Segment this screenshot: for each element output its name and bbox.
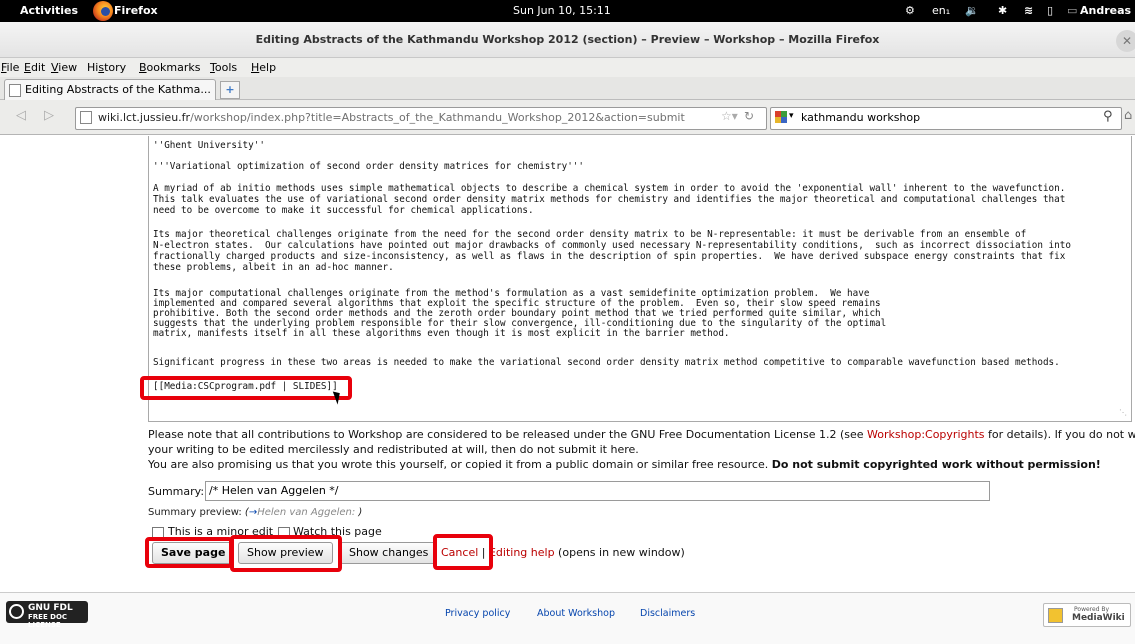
show-changes-button[interactable]: Show changes [340, 542, 438, 564]
engine-dropdown-icon[interactable]: ▾ [789, 111, 794, 121]
editor-line: matrix, manifests itself in all these al… [153, 328, 730, 339]
editor-line: ''Ghent University'' [153, 140, 265, 151]
editor-line: N-electron states. Our calculations have… [153, 240, 1071, 251]
activities-button[interactable]: Activities [20, 4, 78, 17]
privacy-policy-link[interactable]: Privacy policy [445, 608, 510, 619]
app-menu-label[interactable]: Firefox [114, 4, 158, 17]
annotation-save-button [145, 537, 233, 568]
editing-help-link[interactable]: Editing help [489, 546, 555, 559]
editor-line: need to be overcome to make it successfu… [153, 205, 534, 216]
reload-icon[interactable]: ↻ [744, 109, 754, 123]
search-input[interactable]: kathmandu workshop [801, 111, 920, 124]
chat-icon[interactable]: ▭ [1067, 4, 1077, 17]
annotation-slides-link [140, 376, 352, 400]
close-window-icon[interactable]: ✕ [1116, 30, 1135, 52]
editor-line: fractionally charged products and size-i… [153, 251, 1066, 262]
menu-tools[interactable]: Tools [210, 61, 237, 74]
page-content: ''Ghent University'' '''Variational opti… [0, 136, 1135, 644]
new-tab-button[interactable]: + [220, 81, 240, 99]
window-title-bar: Editing Abstracts of the Kathmandu Works… [0, 22, 1135, 58]
user-menu[interactable]: Andreas Savin [1080, 4, 1135, 17]
disclaimers-link[interactable]: Disclaimers [640, 608, 695, 619]
summary-input[interactable]: /* Helen van Aggelen */ [205, 481, 990, 501]
window-title: Editing Abstracts of the Kathmandu Works… [255, 33, 880, 46]
battery-icon[interactable]: ▯ [1047, 4, 1053, 17]
back-icon[interactable]: ◁ [16, 108, 26, 123]
clock[interactable]: Sun Jun 10, 15:11 [513, 4, 611, 17]
tab-editing-abstracts[interactable]: Editing Abstracts of the Kathma... [4, 79, 216, 100]
editor-line: Significant progress in these two areas … [153, 357, 1060, 368]
page-footer: GNU FDL FREE DOC LICENSE Privacy policy … [0, 592, 1135, 644]
menu-history[interactable]: History [87, 61, 126, 74]
keyboard-layout[interactable]: en₁ [932, 4, 950, 17]
firefox-globe-icon [101, 7, 110, 16]
search-engine-icon[interactable] [775, 111, 787, 123]
tab-label: Editing Abstracts of the Kathma... [25, 83, 211, 96]
home-icon[interactable]: ⌂ [1124, 108, 1132, 123]
menu-bookmarks[interactable]: Bookmarks [139, 61, 200, 74]
page-icon [9, 84, 21, 97]
wifi-icon[interactable]: ≋ [1024, 4, 1033, 17]
mediawiki-badge[interactable]: Powered By MediaWiki [1043, 603, 1131, 627]
annotation-cancel-link [433, 534, 493, 570]
resize-grip-icon[interactable]: ⋱ [1119, 408, 1127, 417]
menu-bar: File Edit View History Bookmarks Tools H… [0, 58, 1135, 77]
system-top-bar: Activities Firefox Sun Jun 10, 15:11 ⚙ e… [0, 0, 1135, 22]
menu-edit[interactable]: Edit [24, 61, 45, 74]
navigation-bar: ◁ ▷ wiki.lct.jussieu.fr/workshop/index.p… [0, 100, 1135, 135]
editor-line: This talk evaluates the use of variation… [153, 194, 1066, 205]
editor-line: Its major theoretical challenges origina… [153, 229, 1027, 240]
gnu-fdl-circle-icon [9, 604, 24, 619]
search-icon[interactable]: ⚲ [1103, 109, 1113, 124]
url-text[interactable]: wiki.lct.jussieu.fr/workshop/index.php?t… [98, 111, 685, 124]
menu-view[interactable]: View [51, 61, 77, 74]
license-notice-line2: your writing to be edited mercilessly an… [148, 443, 639, 456]
license-notice-line1: Please note that all contributions to Wo… [148, 428, 1135, 441]
summary-preview: Summary preview: (→Helen van Aggelen: ) [148, 507, 363, 518]
volume-icon[interactable]: 🔉 [965, 4, 979, 17]
search-bar[interactable]: ▾ kathmandu workshop ⚲ [770, 107, 1122, 130]
accessibility-icon[interactable]: ⚙ [905, 4, 915, 17]
site-identity-icon[interactable] [80, 111, 92, 124]
menu-file[interactable]: File [1, 61, 19, 74]
mediawiki-logo-icon [1048, 608, 1063, 623]
license-notice-line3: You are also promising us that you wrote… [148, 458, 1101, 471]
editor-line: A myriad of ab initio methods uses simpl… [153, 183, 1066, 194]
bookmark-star-icon[interactable]: ☆▾ [721, 109, 738, 123]
gnu-fdl-logo[interactable]: GNU FDL FREE DOC LICENSE [6, 601, 88, 629]
about-workshop-link[interactable]: About Workshop [537, 608, 615, 619]
bluetooth-icon[interactable]: ✱ [998, 4, 1007, 17]
annotation-preview-button [230, 535, 342, 572]
menu-help[interactable]: Help [251, 61, 276, 74]
forward-icon[interactable]: ▷ [44, 108, 54, 123]
editor-line: '''Variational optimization of second or… [153, 161, 584, 172]
editor-line: these problems, albeit in an ad-hoc mann… [153, 262, 394, 273]
tab-bar: Editing Abstracts of the Kathma... + [0, 77, 1135, 100]
summary-label: Summary: [148, 485, 205, 498]
url-bar[interactable]: wiki.lct.jussieu.fr/workshop/index.php?t… [75, 107, 767, 130]
copyrights-link[interactable]: Workshop:Copyrights [867, 428, 984, 441]
